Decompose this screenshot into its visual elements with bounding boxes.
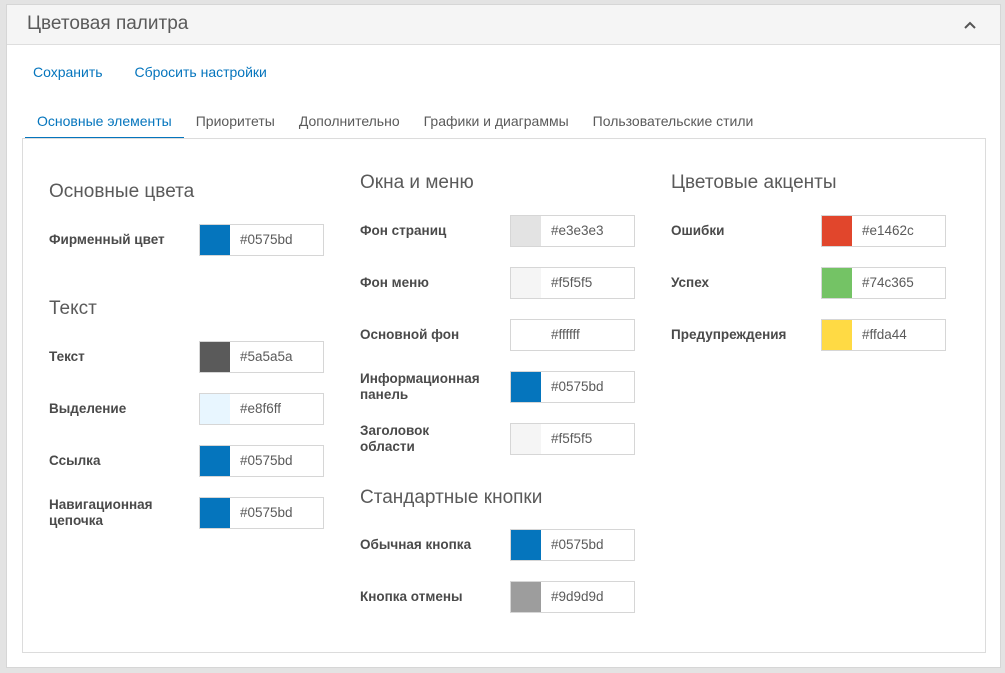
color-picker[interactable]: #ffffff [510,319,635,351]
hex-value[interactable]: #0575bd [541,372,604,402]
color-row-selection: Выделение #e8f6ff [49,393,329,425]
row-label: Кнопка отмены [360,589,463,604]
hex-value[interactable]: #f5f5f5 [541,268,592,298]
color-picker[interactable]: #ffda44 [821,319,946,351]
tab-additional[interactable]: Дополнительно [287,109,412,139]
chevron-up-icon[interactable] [962,17,978,33]
color-picker[interactable]: #e1462c [821,215,946,247]
section-title-buttons: Стандартные кнопки [360,487,543,508]
row-label: Выделение [49,401,127,416]
color-row-link: Ссылка #0575bd [49,445,329,477]
color-swatch[interactable] [822,216,852,246]
tab-bar: Основные элементы Приоритеты Дополнитель… [25,109,765,139]
color-row-warnings: Предупреждения #ffda44 [671,319,951,351]
row-label: Заголовок области [360,423,430,454]
row-label: Ссылка [49,453,101,468]
hex-value[interactable]: #0575bd [230,225,293,255]
row-label: Информационная панель [360,371,480,402]
color-palette-panel: Цветовая палитра Сохранить Сбросить наст… [6,4,1001,668]
save-link[interactable]: Сохранить [33,64,103,80]
row-label: Обычная кнопка [360,537,472,552]
color-row-info-panel: Информационная панель #0575bd [360,371,640,403]
panel-title: Цветовая палитра [27,13,189,34]
section-title-text: Текст [49,298,97,319]
color-row-success: Успех #74c365 [671,267,951,299]
color-row-brand: Фирменный цвет #0575bd [49,224,329,256]
color-swatch[interactable] [200,446,230,476]
color-row-page-bg: Фон страниц #e3e3e3 [360,215,640,247]
color-picker[interactable]: #74c365 [821,267,946,299]
color-row-normal-button: Обычная кнопка #0575bd [360,529,640,561]
color-swatch[interactable] [200,342,230,372]
hex-value[interactable]: #e3e3e3 [541,216,604,246]
color-row-errors: Ошибки #e1462c [671,215,951,247]
color-picker[interactable]: #e3e3e3 [510,215,635,247]
hex-value[interactable]: #0575bd [230,446,293,476]
tab-main-elements[interactable]: Основные элементы [25,109,184,139]
color-row-area-header: Заголовок области #f5f5f5 [360,423,640,455]
color-picker[interactable]: #0575bd [199,445,324,477]
row-label: Навигационная цепочка [49,497,153,528]
color-picker[interactable]: #f5f5f5 [510,267,635,299]
tab-custom-styles[interactable]: Пользовательские стили [581,109,766,139]
color-swatch[interactable] [822,268,852,298]
tab-content: Основные цвета Фирменный цвет #0575bd Те… [22,138,986,653]
section-title-accents: Цветовые акценты [671,172,837,193]
action-links: Сохранить Сбросить настройки [33,64,295,80]
color-swatch[interactable] [511,320,541,350]
color-row-breadcrumb: Навигационная цепочка #0575bd [49,497,329,529]
color-row-main-bg: Основной фон #ffffff [360,319,640,351]
reset-settings-link[interactable]: Сбросить настройки [134,64,266,80]
color-picker[interactable]: #0575bd [510,371,635,403]
color-picker[interactable]: #5a5a5a [199,341,324,373]
row-label: Фирменный цвет [49,232,165,247]
row-label: Ошибки [671,223,725,238]
color-swatch[interactable] [200,225,230,255]
panel-header[interactable]: Цветовая палитра [7,5,1000,45]
tab-priorities[interactable]: Приоритеты [184,109,287,139]
color-picker[interactable]: #e8f6ff [199,393,324,425]
row-label: Текст [49,349,85,364]
hex-value[interactable]: #e8f6ff [230,394,281,424]
row-label: Основной фон [360,327,460,342]
color-swatch[interactable] [511,424,541,454]
row-label: Успех [671,275,710,290]
color-row-cancel-button: Кнопка отмены #9d9d9d [360,581,640,613]
color-swatch[interactable] [511,216,541,246]
color-picker[interactable]: #9d9d9d [510,581,635,613]
color-swatch[interactable] [511,372,541,402]
row-label: Предупреждения [671,327,787,342]
section-title-windows: Окна и меню [360,172,474,193]
tab-charts[interactable]: Графики и диаграммы [412,109,581,139]
color-swatch[interactable] [822,320,852,350]
hex-value[interactable]: #74c365 [852,268,914,298]
row-label: Фон страниц [360,223,447,238]
hex-value[interactable]: #f5f5f5 [541,424,592,454]
color-swatch[interactable] [200,498,230,528]
color-picker[interactable]: #f5f5f5 [510,423,635,455]
color-picker[interactable]: #0575bd [199,224,324,256]
color-swatch[interactable] [200,394,230,424]
hex-value[interactable]: #5a5a5a [230,342,293,372]
hex-value[interactable]: #9d9d9d [541,582,604,612]
hex-value[interactable]: #e1462c [852,216,914,246]
hex-value[interactable]: #ffda44 [852,320,907,350]
hex-value[interactable]: #0575bd [541,530,604,560]
hex-value[interactable]: #0575bd [230,498,293,528]
color-swatch[interactable] [511,530,541,560]
color-picker[interactable]: #0575bd [510,529,635,561]
hex-value[interactable]: #ffffff [541,320,580,350]
color-row-text: Текст #5a5a5a [49,341,329,373]
color-swatch[interactable] [511,268,541,298]
color-picker[interactable]: #0575bd [199,497,324,529]
row-label: Фон меню [360,275,429,290]
color-swatch[interactable] [511,582,541,612]
color-row-menu-bg: Фон меню #f5f5f5 [360,267,640,299]
section-title-main-colors: Основные цвета [49,181,195,202]
